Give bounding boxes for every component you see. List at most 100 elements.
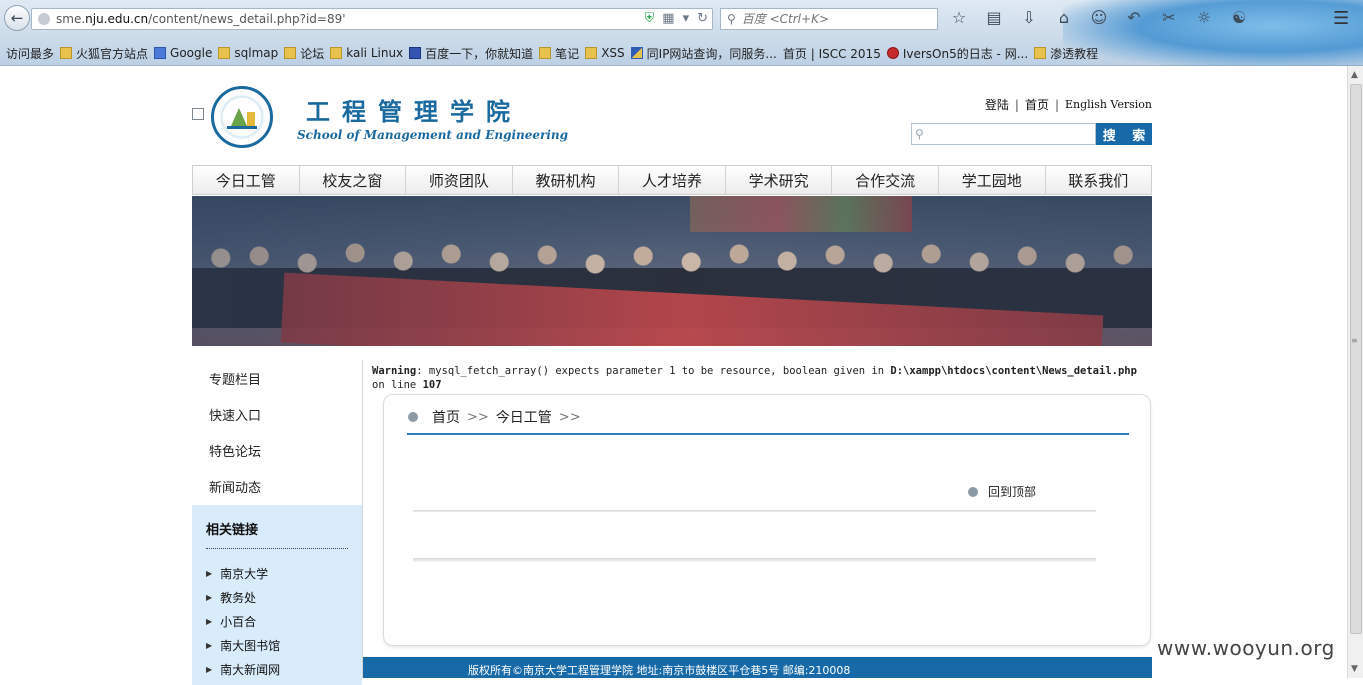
divider xyxy=(413,510,1096,512)
folder-icon xyxy=(539,47,552,59)
bookmark-item[interactable]: 首页 | ISCC 2015 xyxy=(192,45,881,120)
sidebar-item-forum[interactable]: 特色论坛 xyxy=(192,432,362,468)
screenshot-icon[interactable]: ✂ xyxy=(1158,8,1180,27)
related-links-title: 相关链接 xyxy=(206,519,348,549)
shield-icon[interactable]: ⛨ xyxy=(645,11,655,26)
breadcrumb-home[interactable]: 首页 xyxy=(432,407,460,427)
nav-item-education[interactable]: 人才培养 xyxy=(619,166,726,194)
scrollbar[interactable]: ▲ ≡ ▼ xyxy=(1347,66,1363,678)
bookmark-item[interactable]: 百度一下，你就知道 xyxy=(409,45,533,62)
scroll-up-icon[interactable]: ▲ xyxy=(1351,70,1358,80)
link-item[interactable]: ▶ 南大图书馆 xyxy=(206,633,348,657)
search-button[interactable]: 搜 索 xyxy=(1096,123,1152,145)
banner-image xyxy=(192,196,1152,346)
back-button[interactable]: ← xyxy=(4,5,30,31)
bookmark-item[interactable]: sqlmap xyxy=(218,46,278,60)
folder-icon xyxy=(330,47,343,59)
site-title-en: School of Management and Engineering xyxy=(297,128,569,142)
nav-item-contact[interactable]: 联系我们 xyxy=(1046,166,1152,194)
nav-item-alumni[interactable]: 校友之窗 xyxy=(300,166,407,194)
nav-item-jinri[interactable]: 今日工管 xyxy=(193,166,300,194)
main-nav: 今日工管 校友之窗 师资团队 教研机构 人才培养 学术研究 合作交流 学工园地 … xyxy=(192,165,1152,195)
nav-item-cooperation[interactable]: 合作交流 xyxy=(832,166,939,194)
divider xyxy=(413,558,1096,562)
nav-item-faculty[interactable]: 师资团队 xyxy=(406,166,513,194)
bookmark-item[interactable]: 笔记 xyxy=(539,45,579,62)
arrow-right-icon: ▶ xyxy=(206,568,213,578)
browser-search-input[interactable] xyxy=(741,12,922,26)
qr-icon[interactable]: ▦ xyxy=(662,11,674,26)
bookmark-item[interactable]: 同IP网站查询，同服务... xyxy=(630,45,777,62)
site-search: ⚲ 搜 索 xyxy=(911,123,1152,145)
address-bar[interactable]: sme.nju.edu.cn/content/news_detail.php?i… xyxy=(31,8,713,30)
bookmark-item[interactable]: Google xyxy=(154,46,212,60)
arrow-right-icon: ▶ xyxy=(206,640,213,650)
breadcrumb-section[interactable]: 今日工管 xyxy=(496,407,552,427)
home-icon[interactable]: ⌂ xyxy=(1053,8,1075,27)
link-item[interactable]: ▶ 教务处 xyxy=(206,585,348,609)
back-icon: ← xyxy=(10,9,24,27)
nav-item-student-affairs[interactable]: 学工园地 xyxy=(939,166,1046,194)
search-icon: ⚲ xyxy=(915,127,924,141)
main-content: Warning: mysql_fetch_array() expects par… xyxy=(372,364,1152,646)
site-info-icon[interactable] xyxy=(38,13,50,25)
weibo-icon[interactable]: ☼ xyxy=(1193,8,1215,27)
search-icon: ⚲ xyxy=(727,12,736,26)
site-title-cn: 工程管理学院 xyxy=(306,97,522,126)
bookmark-item[interactable]: 访问最多 xyxy=(6,45,204,120)
sidebar-item-news[interactable]: 新闻动态 xyxy=(192,468,362,504)
dropdown-icon[interactable]: ▾ xyxy=(683,11,690,26)
login-link[interactable]: 登陆 xyxy=(985,96,1009,113)
folder-icon xyxy=(218,47,231,59)
footer: 版权所有©南京大学工程管理学院 地址:南京市鼓楼区平仓巷5号 邮编:210008 xyxy=(363,657,1152,678)
blog-icon xyxy=(886,47,899,59)
php-warning: Warning: mysql_fetch_array() expects par… xyxy=(372,365,1137,391)
english-version-link[interactable]: English Version xyxy=(1065,98,1152,111)
nav-item-research-orgs[interactable]: 教研机构 xyxy=(513,166,620,194)
link-item[interactable]: ▶ 南京大学 xyxy=(206,561,348,585)
ghost-icon[interactable]: ☯ xyxy=(1228,8,1250,27)
site-icon xyxy=(630,47,643,59)
school-logo[interactable] xyxy=(211,86,273,148)
bookmarks-toolbar: 访问最多 火狐官方站点 Google sqlmap 论坛 kali Linux … xyxy=(0,42,1098,120)
divider xyxy=(407,433,1129,435)
folder-icon xyxy=(284,47,297,59)
scrollbar-thumb[interactable] xyxy=(1350,84,1362,634)
reading-list-icon[interactable]: ▤ xyxy=(983,8,1005,27)
arrow-right-icon: ▶ xyxy=(206,664,213,674)
arrow-right-icon: ▶ xyxy=(206,592,213,602)
link-item[interactable]: ▶ 南大新闻网 xyxy=(206,657,348,681)
undo-icon[interactable]: ↶ xyxy=(1123,8,1145,27)
bookmark-item[interactable]: kali Linux xyxy=(330,46,403,60)
download-icon[interactable]: ⇩ xyxy=(1018,8,1040,27)
article-panel: 首页 >> 今日工管 >> 回到顶部 xyxy=(383,394,1151,646)
arrow-right-icon: ▶ xyxy=(206,616,213,626)
reload-icon[interactable]: ↻ xyxy=(697,11,708,26)
breadcrumb: 首页 >> 今日工管 >> xyxy=(408,407,588,427)
top-links: 登陆 | 首页 | English Version xyxy=(984,96,1152,113)
folder-icon xyxy=(1034,47,1047,59)
page: 工程管理学院 School of Management and Engineer… xyxy=(192,66,1152,685)
sidebar-item-topics[interactable]: 专题栏目 xyxy=(192,360,362,396)
bookmark-item[interactable]: IversOn5的日志 - 网... xyxy=(886,45,1028,62)
back-to-top[interactable]: 回到顶部 xyxy=(968,483,1036,500)
star-icon[interactable]: ☆ xyxy=(948,8,970,27)
link-item[interactable]: ▶ 小百合 xyxy=(206,609,348,633)
bookmark-item[interactable]: XSS xyxy=(585,46,625,60)
bookmark-item[interactable]: 论坛 xyxy=(284,45,324,62)
related-links: 相关链接 ▶ 南京大学 ▶ 教务处 ▶ 小百合 ▶ 南大图书馆 ▶ 南大新闻网 xyxy=(192,505,362,685)
chat-icon[interactable]: ☺ xyxy=(1088,8,1110,27)
bookmark-item[interactable]: 火狐官方站点 xyxy=(60,45,148,62)
folder-icon xyxy=(585,47,598,59)
site-search-input[interactable]: ⚲ xyxy=(911,123,1096,145)
browser-search-bar[interactable]: ⚲ xyxy=(720,8,938,30)
bookmark-item[interactable]: 渗透教程 xyxy=(1034,45,1098,62)
url-text[interactable]: sme.nju.edu.cn/content/news_detail.php?i… xyxy=(56,12,346,26)
menu-icon[interactable]: ☰ xyxy=(1333,8,1349,29)
sidebar-item-quick-entry[interactable]: 快速入口 xyxy=(192,396,362,432)
home-link[interactable]: 首页 xyxy=(1025,96,1049,113)
sidebar: 专题栏目 快速入口 特色论坛 新闻动态 相关链接 ▶ 南京大学 ▶ 教务处 ▶ 小百合… xyxy=(192,360,363,685)
browser-chrome: ← sme.nju.edu.cn/content/news_detail.php… xyxy=(0,0,1363,120)
nav-item-research[interactable]: 学术研究 xyxy=(726,166,833,194)
scroll-down-icon[interactable]: ▼ xyxy=(1351,664,1358,674)
